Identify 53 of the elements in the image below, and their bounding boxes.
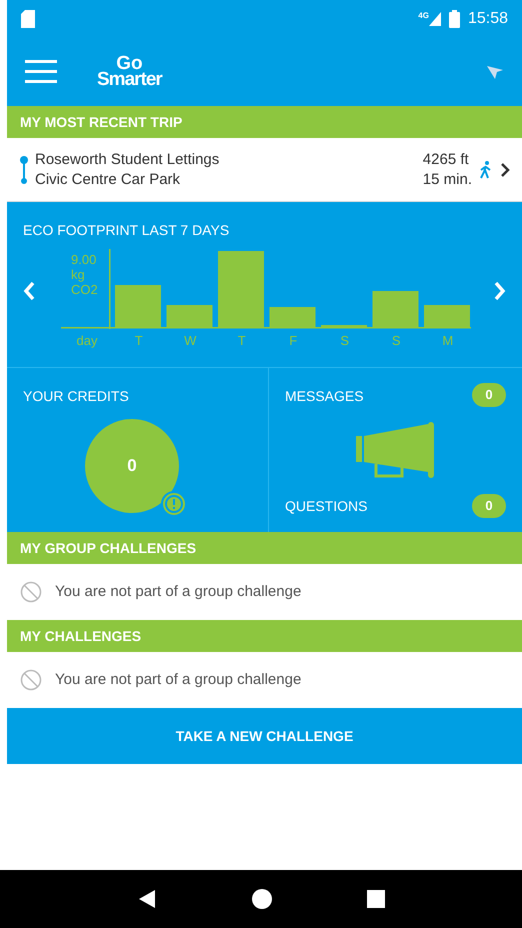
- app-logo: Go Smarter: [97, 56, 162, 88]
- panel-title: QUESTIONS: [285, 496, 368, 516]
- panel-title: MESSAGES: [285, 387, 364, 406]
- trip-duration: 15 min.: [422, 170, 472, 190]
- chart-bar: [115, 285, 161, 327]
- panel-title: YOUR CREDITS: [23, 387, 130, 406]
- chevron-right-icon: [500, 162, 510, 178]
- route-icon: [19, 154, 29, 184]
- day-label: M: [441, 332, 454, 350]
- battery-icon: [448, 10, 460, 28]
- walking-person-icon: [480, 160, 492, 178]
- day-label: S: [339, 332, 350, 350]
- trip-origin: Roseworth Student Lettings: [35, 150, 220, 170]
- count-badge: 0: [472, 494, 506, 518]
- network-type: 4G: [418, 10, 429, 22]
- back-icon[interactable]: [137, 889, 157, 909]
- section-header: MY CHALLENGES: [20, 626, 142, 646]
- count-badge: 0: [472, 382, 506, 406]
- section-header: MY MOST RECENT TRIP: [20, 112, 182, 132]
- trip-destination: Civic Centre Car Park: [35, 170, 182, 190]
- sd-card-icon: [21, 10, 35, 28]
- day-label: S: [390, 332, 402, 350]
- day-label: T: [134, 332, 144, 350]
- chart-bar: [372, 291, 418, 327]
- megaphone-icon: [356, 422, 436, 480]
- panel-title: ECO FOOTPRINT LAST 7 DAYS: [23, 221, 230, 240]
- empty-message: You are not part of a group challenge: [55, 582, 302, 602]
- chevron-right-icon[interactable]: [494, 281, 506, 301]
- prohibited-icon: [20, 581, 42, 603]
- home-icon[interactable]: [251, 888, 273, 910]
- alert-icon: [161, 491, 187, 517]
- signal-icon: [428, 12, 441, 26]
- chart-bar: [424, 305, 470, 327]
- day-label: T: [236, 332, 247, 350]
- navigation-arrow-icon[interactable]: [486, 63, 504, 81]
- prohibited-icon: [20, 669, 42, 691]
- axis-label: CO2: [71, 282, 98, 297]
- day-label: W: [183, 332, 198, 350]
- axis-label: 9.00: [71, 252, 98, 267]
- chart-bar: [270, 307, 316, 327]
- chevron-left-icon[interactable]: [23, 281, 35, 301]
- take-challenge-button[interactable]: TAKE A NEW CHALLENGE: [7, 708, 522, 764]
- axis-label: day: [76, 332, 98, 350]
- axis-label: kg: [71, 267, 86, 282]
- menu-icon[interactable]: [25, 59, 57, 85]
- section-header: MY GROUP CHALLENGES: [20, 538, 196, 558]
- trip-distance: 4265 ft: [422, 150, 469, 170]
- clock: 15:58: [468, 9, 508, 29]
- credits-panel[interactable]: YOUR CREDITS 0: [7, 368, 269, 532]
- empty-message: You are not part of a group challenge: [55, 670, 302, 690]
- day-label: F: [288, 332, 298, 350]
- chart-bar: [166, 305, 212, 327]
- messages-panel[interactable]: MESSAGES 0 QUESTIONS 0: [269, 368, 522, 532]
